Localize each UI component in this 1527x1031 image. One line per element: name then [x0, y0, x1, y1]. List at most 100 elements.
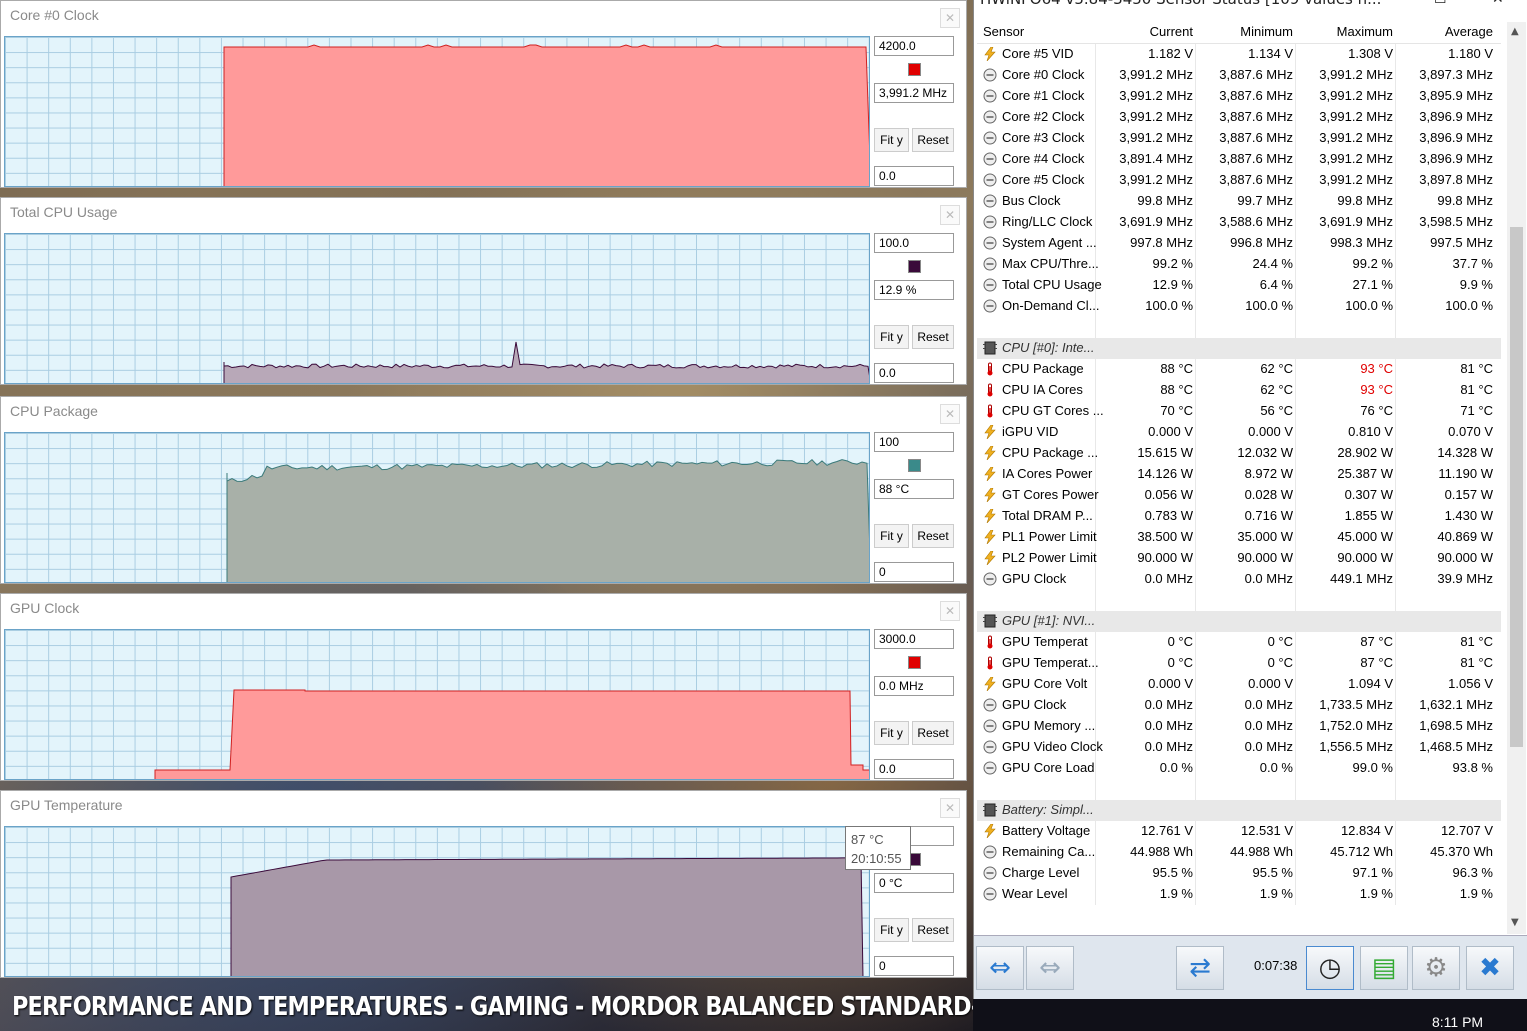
series-color-swatch[interactable] [908, 459, 921, 472]
reset-button[interactable]: Reset [912, 918, 954, 942]
sensor-row[interactable]: IA Cores Power 14.126 W 8.972 W 25.387 W… [977, 464, 1501, 485]
sensor-row[interactable]: GPU Clock 0.0 MHz 0.0 MHz 1,733.5 MHz 1,… [977, 695, 1501, 716]
fit-y-button[interactable]: Fit y [874, 325, 909, 349]
graph-plot-area[interactable] [4, 233, 870, 384]
reset-button[interactable]: Reset [912, 128, 954, 152]
graph-plot-area[interactable] [4, 36, 870, 187]
sensor-row[interactable]: Bus Clock 99.8 MHz 99.7 MHz 99.8 MHz 99.… [977, 191, 1501, 212]
column-current[interactable]: Current [1097, 24, 1193, 39]
sensor-row[interactable]: iGPU VID 0.000 V 0.000 V 0.810 V 0.070 V [977, 422, 1501, 443]
sensor-minimum: 8.972 W [1244, 466, 1293, 481]
graph-close-button[interactable]: ✕ [940, 404, 960, 424]
sensor-row[interactable]: Core #3 Clock 3,991.2 MHz 3,887.6 MHz 3,… [977, 128, 1501, 149]
sensor-row[interactable]: CPU GT Cores ... 70 °C 56 °C 76 °C 71 °C [977, 401, 1501, 422]
fit-y-button[interactable]: Fit y [874, 721, 909, 745]
expand-arrows-button[interactable]: ⇔ [976, 946, 1024, 990]
graph-close-button[interactable]: ✕ [940, 798, 960, 818]
sensor-row[interactable]: Core #4 Clock 3,891.4 MHz 3,887.6 MHz 3,… [977, 149, 1501, 170]
sensor-row[interactable]: System Agent ... 997.8 MHz 996.8 MHz 998… [977, 233, 1501, 254]
graph-min-input[interactable]: 0.0 [874, 759, 954, 779]
column-maximum[interactable]: Maximum [1297, 24, 1393, 39]
graph-max-input[interactable]: 4200.0 [874, 36, 954, 56]
sensor-row[interactable]: CPU Package 88 °C 62 °C 93 °C 81 °C [977, 359, 1501, 380]
sensor-row[interactable]: GPU Clock 0.0 MHz 0.0 MHz 449.1 MHz 39.9… [977, 569, 1501, 590]
sensor-name: Bus Clock [1002, 193, 1061, 208]
reset-button[interactable]: Reset [912, 721, 954, 745]
sensor-row[interactable]: Core #2 Clock 3,991.2 MHz 3,887.6 MHz 3,… [977, 107, 1501, 128]
sensor-row[interactable]: Remaining Ca... 44.988 Wh 44.988 Wh 45.7… [977, 842, 1501, 863]
reset-button[interactable]: Reset [912, 524, 954, 548]
fit-y-button[interactable]: Fit y [874, 524, 909, 548]
sensor-row[interactable]: PL2 Power Limit 90.000 W 90.000 W 90.000… [977, 548, 1501, 569]
column-minimum[interactable]: Minimum [1197, 24, 1293, 39]
sensor-row[interactable]: GPU Memory ... 0.0 MHz 0.0 MHz 1,752.0 M… [977, 716, 1501, 737]
graph-max-input[interactable]: 3000.0 [874, 629, 954, 649]
sensor-row[interactable]: GPU Video Clock 0.0 MHz 0.0 MHz 1,556.5 … [977, 737, 1501, 758]
sensor-row[interactable]: Battery Voltage 12.761 V 12.531 V 12.834… [977, 821, 1501, 842]
series-color-swatch[interactable] [908, 63, 921, 76]
hwinfo-title-bar[interactable]: HWiNFO64 v5.84-3450 Sensor Status [109 v… [974, 0, 1527, 14]
sensor-row[interactable]: Core #5 Clock 3,991.2 MHz 3,887.6 MHz 3,… [977, 170, 1501, 191]
series-color-swatch[interactable] [908, 656, 921, 669]
sensor-current: 997.8 MHz [1130, 235, 1193, 250]
sensor-row[interactable]: CPU Package ... 15.615 W 12.032 W 28.902… [977, 443, 1501, 464]
sensor-row[interactable]: Wear Level 1.9 % 1.9 % 1.9 % 1.9 % [977, 884, 1501, 905]
taskbar-clock[interactable]: 8:11 PM [1432, 1014, 1483, 1030]
scroll-up-icon[interactable]: ▲ [1511, 26, 1519, 37]
sensor-row[interactable]: GPU Temperat 0 °C 0 °C 87 °C 81 °C [977, 632, 1501, 653]
graph-plot-area[interactable] [4, 629, 870, 780]
sensor-group-header[interactable]: Battery: Simpl... [977, 800, 1501, 821]
sensor-row[interactable]: Total DRAM P... 0.783 W 0.716 W 1.855 W … [977, 506, 1501, 527]
fit-y-button[interactable]: Fit y [874, 128, 909, 152]
sensor-name: Core #0 Clock [1002, 67, 1085, 82]
graph-plot-area[interactable] [4, 432, 870, 583]
log-file-button[interactable]: ▤ [1360, 946, 1408, 990]
scrollbar-thumb[interactable] [1510, 227, 1523, 747]
sensor-row[interactable]: PL1 Power Limit 38.500 W 35.000 W 45.000… [977, 527, 1501, 548]
sensor-row[interactable]: GPU Temperat... 0 °C 0 °C 87 °C 81 °C [977, 653, 1501, 674]
clock-reset-button[interactable]: ◷ [1306, 946, 1354, 990]
sensor-minimum: 3,887.6 MHz [1219, 172, 1293, 187]
series-color-swatch[interactable] [908, 260, 921, 273]
column-sensor[interactable]: Sensor [983, 24, 1024, 39]
vertical-scrollbar[interactable]: ▲ ▼ [1507, 22, 1526, 934]
graph-min-input[interactable]: 0 [874, 562, 954, 582]
graph-min-input[interactable]: 0 [874, 956, 954, 976]
sensor-row[interactable]: Core #1 Clock 3,991.2 MHz 3,887.6 MHz 3,… [977, 86, 1501, 107]
sensor-maximum: 3,991.2 MHz [1319, 88, 1393, 103]
sensor-row[interactable]: Charge Level 95.5 % 95.5 % 97.1 % 96.3 % [977, 863, 1501, 884]
sensor-row[interactable]: GT Cores Power 0.056 W 0.028 W 0.307 W 0… [977, 485, 1501, 506]
sensor-group-header[interactable]: CPU [#0]: Inte... [977, 338, 1501, 359]
fit-y-button[interactable]: Fit y [874, 918, 909, 942]
sensor-row[interactable]: Total CPU Usage 12.9 % 6.4 % 27.1 % 9.9 … [977, 275, 1501, 296]
sensor-row[interactable]: GPU Core Load 0.0 % 0.0 % 99.0 % 93.8 % [977, 758, 1501, 779]
sensor-current: 88 °C [1160, 382, 1193, 397]
graph-plot-area[interactable] [4, 826, 870, 977]
graph-close-button[interactable]: ✕ [940, 601, 960, 621]
sensor-name: Battery: Simpl... [1002, 802, 1094, 817]
sensor-row[interactable]: Core #0 Clock 3,991.2 MHz 3,887.6 MHz 3,… [977, 65, 1501, 86]
graph-close-button[interactable]: ✕ [940, 205, 960, 225]
sensor-group-header[interactable]: GPU [#1]: NVI... [977, 611, 1501, 632]
graph-max-input[interactable]: 100.0 [874, 233, 954, 253]
column-average[interactable]: Average [1397, 24, 1493, 39]
settings-button[interactable]: ⚙ [1412, 946, 1460, 990]
graph-min-input[interactable]: 0.0 [874, 363, 954, 383]
graph-min-input[interactable]: 0.0 [874, 166, 954, 186]
maximize-icon[interactable]: ☐ [1434, 0, 1447, 7]
reset-button[interactable]: Reset [912, 325, 954, 349]
sensor-spacer [977, 590, 1501, 611]
close-sensors-button[interactable]: ✖ [1466, 946, 1514, 990]
graph-close-button[interactable]: ✕ [940, 8, 960, 28]
graph-max-input[interactable]: 100 [874, 432, 954, 452]
sensor-row[interactable]: CPU IA Cores 88 °C 62 °C 93 °C 81 °C [977, 380, 1501, 401]
sensor-row[interactable]: GPU Core Volt 0.000 V 0.000 V 1.094 V 1.… [977, 674, 1501, 695]
sensor-row[interactable]: On-Demand Cl... 100.0 % 100.0 % 100.0 % … [977, 296, 1501, 317]
close-icon[interactable]: ✕ [1492, 0, 1504, 7]
network-button[interactable]: ⇄ [1176, 946, 1224, 990]
collapse-arrows-button[interactable]: ⇔ [1026, 946, 1074, 990]
sensor-row[interactable]: Ring/LLC Clock 3,691.9 MHz 3,588.6 MHz 3… [977, 212, 1501, 233]
sensor-row[interactable]: Core #5 VID 1.182 V 1.134 V 1.308 V 1.18… [977, 44, 1501, 65]
sensor-row[interactable]: Max CPU/Thre... 99.2 % 24.4 % 99.2 % 37.… [977, 254, 1501, 275]
scroll-down-icon[interactable]: ▼ [1511, 917, 1519, 928]
